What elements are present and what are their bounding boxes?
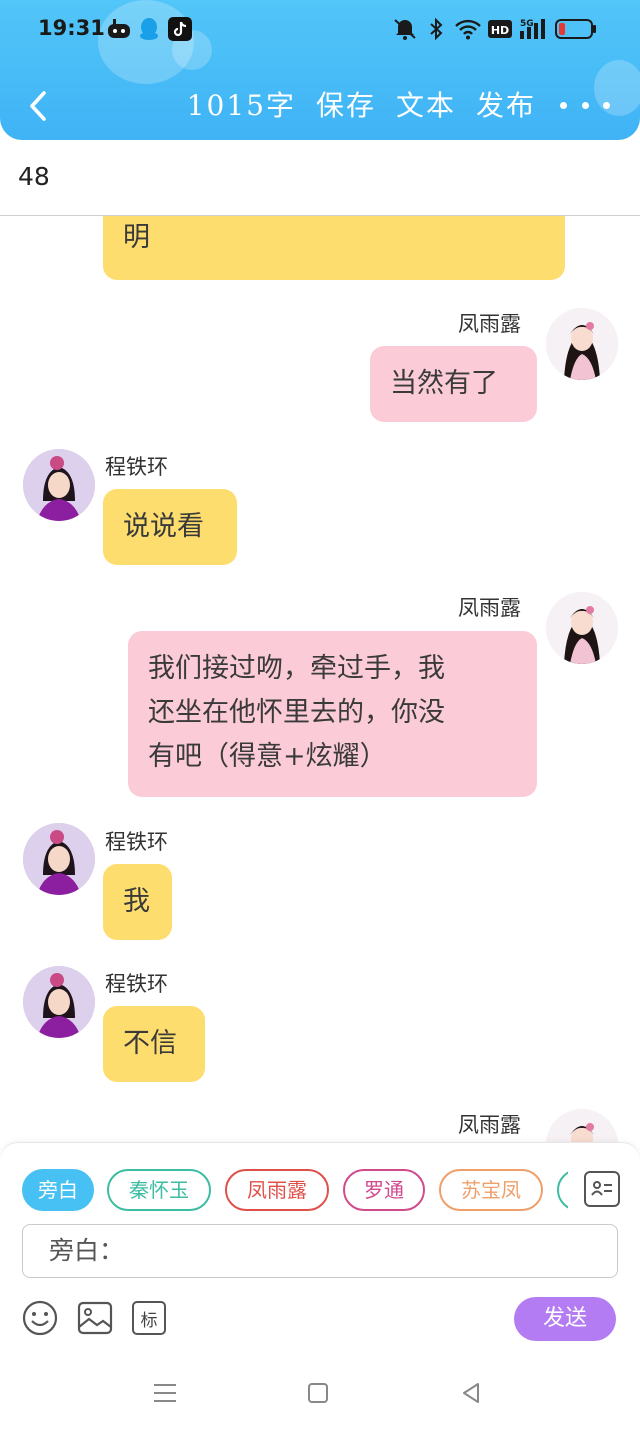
app-header: 19:31 HD 5G 1015字 保存 文本 发布 [0,0,640,140]
toolbar-actions: 1015字 保存 文本 发布 [187,78,536,134]
emoji-button[interactable] [22,1300,58,1336]
avatar-chengtiehuan[interactable] [23,823,95,895]
word-count: 1015字 [186,89,296,122]
chapter-number: 48 [18,162,50,191]
editor-toolbar: 1015字 保存 文本 发布 [0,78,640,134]
character-portrait-icon [23,449,95,521]
home-button[interactable] [305,1380,331,1406]
message-sender-name: 程铁环 [105,972,168,996]
message-bubble-right[interactable]: 我们接过吻，牵过手，我 还坐在他怀里去的，你没 有吧（得意+炫耀） [128,631,537,797]
composer-panel: 旁白 秦怀玉 凤雨露 罗通 苏宝凤 旁白： 标 发送 [0,1142,640,1354]
back-nav-button[interactable] [458,1380,484,1406]
role-chip-subaofeng[interactable]: 苏宝凤 [439,1169,543,1211]
image-icon [77,1301,113,1335]
character-portrait-icon [23,966,95,1038]
character-portrait-icon [546,592,618,664]
more-options-button[interactable] [560,90,610,120]
svg-text:HD: HD [491,24,509,37]
bluetooth-icon [426,16,446,42]
role-chip-narrator[interactable]: 旁白 [22,1169,94,1211]
chat-area[interactable]: 明 凤雨露 当然有了 程铁环 说说看 凤雨露 我们接过吻，牵过手，我 还坐在他怀… [0,216,640,1142]
menu-button[interactable] [152,1380,178,1406]
character-portrait-icon [546,1109,618,1142]
tiktok-icon [168,16,192,42]
more-dot-icon [581,101,589,109]
chapter-number-field[interactable]: 48 [0,140,640,216]
avatar-chengtiehuan[interactable] [23,966,95,1038]
role-selector: 旁白 秦怀玉 凤雨露 罗通 苏宝凤 [22,1169,568,1211]
signal-5g-icon: 5G [518,16,548,42]
message-bubble-left[interactable]: 说说看 [103,489,237,565]
avatar-fengyulu[interactable] [546,1109,618,1142]
image-button[interactable] [77,1300,113,1336]
message-sender-name: 程铁环 [105,830,168,854]
role-chip-luotong[interactable]: 罗通 [343,1169,425,1211]
menu-icon [154,1384,176,1402]
character-portrait-icon [23,823,95,895]
battery-icon [554,16,598,42]
back-button[interactable] [18,84,58,128]
role-chip-qinhuaiyu[interactable]: 秦怀玉 [107,1169,211,1211]
send-button[interactable]: 发送 [514,1297,616,1341]
publish-button[interactable]: 发布 [476,78,536,134]
message-bubble-left[interactable]: 不信 [103,1006,205,1082]
text-mode-button[interactable]: 文本 [396,78,456,134]
message-sender-name: 程铁环 [105,455,168,479]
svg-text:5G: 5G [520,19,534,29]
avatar-fengyulu[interactable] [546,592,618,664]
qq-icon [138,16,160,42]
role-list-button[interactable] [584,1171,620,1207]
message-sender-name: 凤雨露 [458,1113,521,1137]
home-square-icon [308,1383,328,1403]
contact-card-icon [591,1181,612,1196]
mark-button[interactable]: 标 [132,1301,166,1335]
back-triangle-icon [463,1383,479,1403]
role-chip-partial[interactable] [557,1169,568,1211]
wifi-icon [454,16,482,42]
game-controller-icon [106,16,132,42]
role-chip-fengyulu[interactable]: 凤雨露 [225,1169,329,1211]
status-time: 19:31 [38,16,105,40]
save-button[interactable]: 保存 [316,78,376,134]
mute-icon [392,16,418,42]
avatar-chengtiehuan[interactable] [23,449,95,521]
status-bar: 19:31 HD 5G [0,0,640,58]
message-bubble-right[interactable]: 当然有了 [370,346,537,422]
hd-icon: HD [488,16,512,42]
message-sender-name: 凤雨露 [458,596,521,620]
chevron-left-icon [30,91,46,121]
emoji-icon [22,1300,58,1336]
more-dot-icon [603,101,610,109]
message-sender-name: 凤雨露 [458,312,521,336]
message-input[interactable]: 旁白： [22,1224,618,1278]
more-dot-icon [560,101,567,109]
character-portrait-icon [546,308,618,380]
system-nav-bar [0,1354,640,1433]
message-bubble-left[interactable]: 明 [103,216,565,280]
message-bubble-left[interactable]: 我 [103,864,172,940]
avatar-fengyulu[interactable] [546,308,618,380]
